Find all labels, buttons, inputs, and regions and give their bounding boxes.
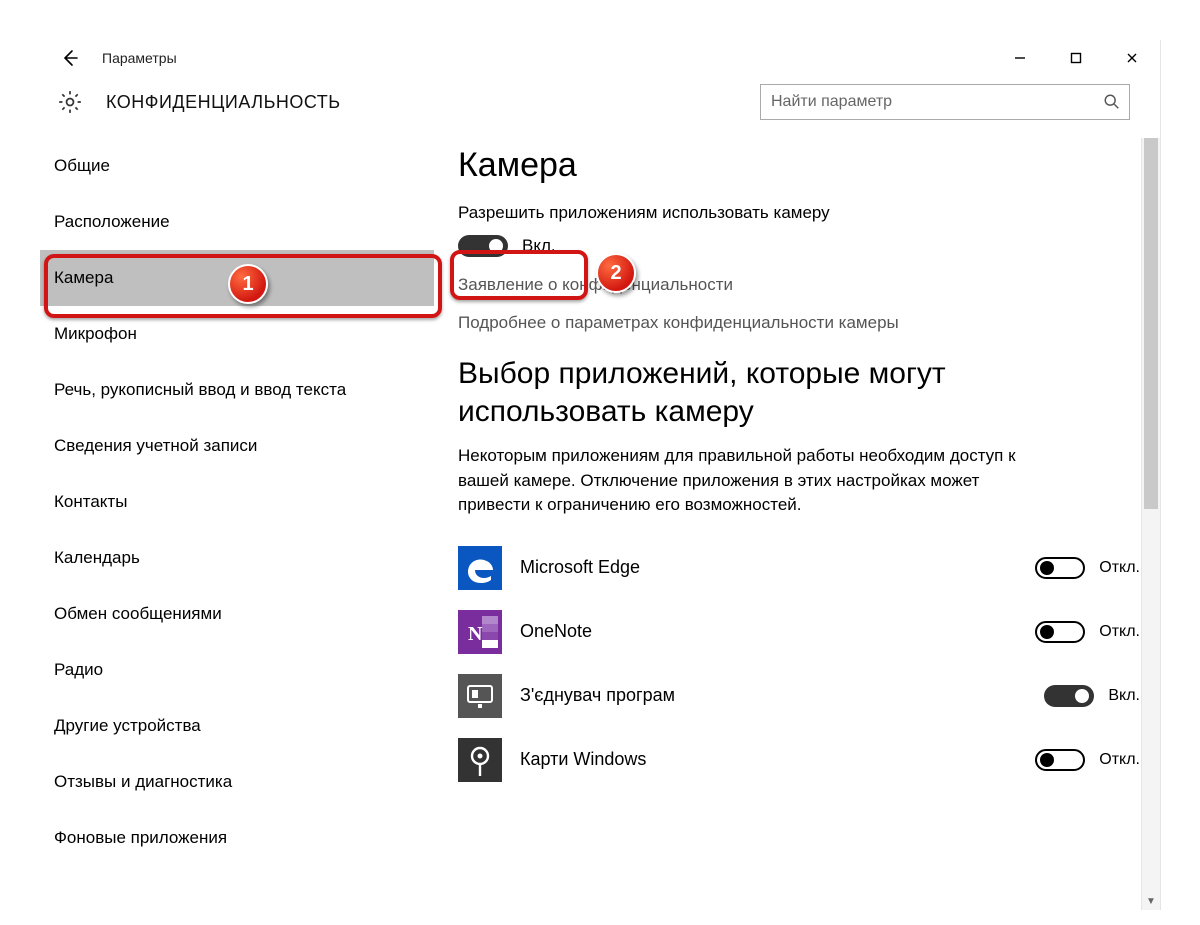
onenote-icon: N (458, 610, 502, 654)
app-toggle-connector[interactable] (1044, 685, 1094, 707)
maps-icon (458, 738, 502, 782)
maximize-icon (1070, 52, 1082, 64)
body: Общие Расположение Камера Микрофон Речь,… (40, 138, 1160, 910)
apps-heading: Выбор приложений, которые могут использо… (458, 355, 1140, 430)
camera-master-toggle-wrap: Вкл. (458, 235, 1140, 257)
window-controls (992, 40, 1160, 76)
app-name: Карти Windows (520, 749, 646, 770)
search-input[interactable] (769, 92, 1103, 112)
settings-window: Параметры КОНФИДЕНЦИАЛЬ (40, 40, 1161, 910)
sidebar-item-location[interactable]: Расположение (40, 194, 434, 250)
scrollbar-vertical[interactable]: ▲ ▼ (1141, 138, 1160, 910)
app-toggle-onenote[interactable] (1035, 621, 1085, 643)
content-pane: Камера Разрешить приложениям использоват… (434, 138, 1160, 910)
window-title: Параметры (102, 50, 177, 66)
sidebar-item-other-devices[interactable]: Другие устройства (40, 698, 434, 754)
camera-master-toggle-state: Вкл. (522, 236, 556, 256)
sidebar-item-feedback[interactable]: Отзывы и диагностика (40, 754, 434, 810)
header-row: КОНФИДЕНЦИАЛЬНОСТЬ (40, 76, 1160, 138)
sidebar: Общие Расположение Камера Микрофон Речь,… (40, 138, 434, 910)
app-name: OneNote (520, 621, 592, 642)
app-toggle-state: Откл. (1099, 559, 1140, 577)
app-row-maps: Карти Windows Откл. (458, 728, 1140, 792)
sidebar-item-general[interactable]: Общие (40, 138, 434, 194)
minimize-button[interactable] (992, 40, 1048, 76)
allow-apps-label: Разрешить приложениям использовать камер… (458, 203, 1140, 223)
privacy-statement-link[interactable]: Заявление о конфиденциальности (458, 275, 1140, 295)
app-row-connector: З'єднувач програм Вкл. (458, 664, 1140, 728)
search-icon (1103, 93, 1121, 111)
sidebar-item-camera[interactable]: Камера (40, 250, 434, 306)
app-row-edge: Microsoft Edge Откл. (458, 536, 1140, 600)
gear-icon (57, 89, 83, 115)
apps-desc: Некоторым приложениям для правильной раб… (458, 444, 1018, 518)
edge-icon (458, 546, 502, 590)
app-toggle-maps[interactable] (1035, 749, 1085, 771)
app-name: Microsoft Edge (520, 557, 640, 578)
settings-home-button[interactable] (52, 84, 88, 120)
sidebar-item-messaging[interactable]: Обмен сообщениями (40, 586, 434, 642)
sidebar-item-background[interactable]: Фоновые приложения (40, 810, 434, 866)
privacy-more-link[interactable]: Подробнее о параметрах конфиденциальност… (458, 313, 1140, 333)
sidebar-item-radio[interactable]: Радио (40, 642, 434, 698)
app-toggle-state: Вкл. (1108, 687, 1140, 705)
back-button[interactable] (58, 46, 82, 70)
app-toggle-state: Откл. (1099, 751, 1140, 769)
close-icon (1126, 52, 1138, 64)
app-toggle-edge[interactable] (1035, 557, 1085, 579)
sidebar-item-account[interactable]: Сведения учетной записи (40, 418, 434, 474)
sidebar-item-contacts[interactable]: Контакты (40, 474, 434, 530)
search-box[interactable] (760, 84, 1130, 120)
scroll-thumb[interactable] (1144, 138, 1158, 509)
camera-master-toggle[interactable] (458, 235, 508, 257)
connector-icon (458, 674, 502, 718)
maximize-button[interactable] (1048, 40, 1104, 76)
sidebar-item-calendar[interactable]: Календарь (40, 530, 434, 586)
sidebar-item-speech[interactable]: Речь, рукописный ввод и ввод текста (40, 362, 434, 418)
svg-text:N: N (468, 623, 483, 645)
app-toggle-state: Откл. (1099, 623, 1140, 641)
minimize-icon (1014, 52, 1026, 64)
back-arrow-icon (60, 48, 80, 68)
close-button[interactable] (1104, 40, 1160, 76)
sidebar-item-microphone[interactable]: Микрофон (40, 306, 434, 362)
scroll-down-icon: ▼ (1142, 892, 1160, 910)
titlebar: Параметры (40, 40, 1160, 76)
app-row-onenote: N OneNote Откл. (458, 600, 1140, 664)
page-title: Камера (458, 146, 1140, 185)
app-name: З'єднувач програм (520, 685, 675, 706)
section-title: КОНФИДЕНЦИАЛЬНОСТЬ (106, 92, 341, 113)
